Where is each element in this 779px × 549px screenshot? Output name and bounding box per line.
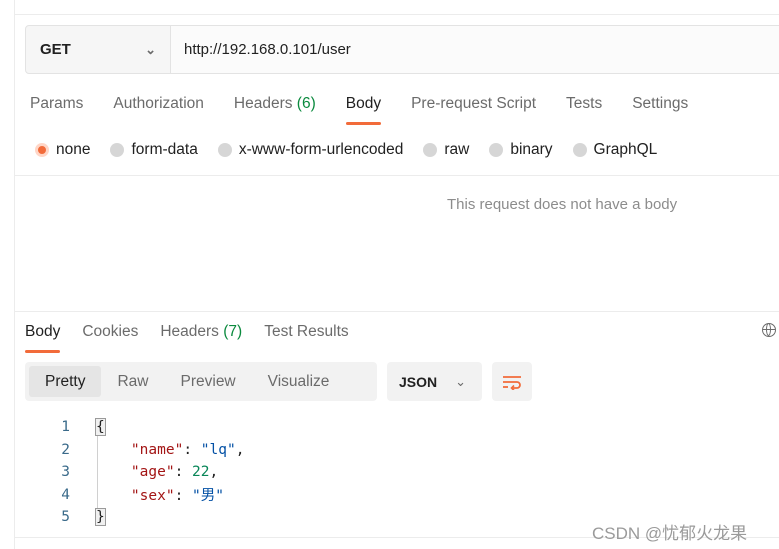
response-tab-test-results[interactable]: Test Results: [264, 323, 348, 353]
response-tab-headers[interactable]: Headers (7): [160, 323, 242, 353]
radio-label: none: [56, 141, 91, 158]
tab-label: Test Results: [264, 323, 349, 340]
radio-label: GraphQL: [593, 141, 658, 158]
tab-label: Settings: [632, 95, 689, 112]
response-code-editor[interactable]: 1 { 2 "name": "lq", 3 "age": 22, 4 "sex"…: [25, 416, 244, 529]
code-text: "name": "lq",: [130, 441, 245, 458]
request-tabs: Params Authorization Headers (6) Body Pr…: [30, 95, 718, 125]
radio-binary[interactable]: binary: [489, 141, 553, 159]
url-input[interactable]: http://192.168.0.101/user: [171, 26, 779, 73]
tab-label: Body: [345, 95, 382, 112]
format-label: JSON: [399, 373, 438, 390]
method-label: GET: [40, 41, 71, 58]
format-select[interactable]: JSON ⌄: [387, 362, 482, 401]
view-pretty-button[interactable]: Pretty: [29, 366, 102, 397]
code-line: 4 "sex": "男": [25, 484, 244, 507]
code-text: }: [70, 508, 106, 527]
radio-raw[interactable]: raw: [423, 141, 469, 159]
tab-label: Params: [30, 95, 84, 112]
radio-none[interactable]: none: [35, 141, 90, 159]
response-tabs: Body Cookies Headers (7) Test Results: [25, 323, 371, 353]
radio-label: binary: [510, 141, 553, 158]
body-type-options: none form-data x-www-form-urlencoded raw…: [35, 141, 677, 159]
empty-body-message: This request does not have a body: [447, 196, 678, 213]
code-line: 3 "age": 22,: [25, 461, 244, 484]
radio-x-www-form-urlencoded[interactable]: x-www-form-urlencoded: [217, 141, 404, 159]
tab-label: Cookies: [82, 323, 139, 340]
tab-label: Headers: [160, 323, 219, 340]
code-line: 1 {: [25, 416, 244, 439]
radio-icon: [217, 143, 232, 157]
watermark: CSDN @忧郁火龙果: [592, 524, 748, 543]
response-tab-cookies[interactable]: Cookies: [82, 323, 138, 353]
line-number: 1: [61, 419, 70, 436]
wrap-lines-button[interactable]: [492, 362, 532, 401]
radio-graphql[interactable]: GraphQL: [572, 141, 658, 159]
divider: [14, 175, 779, 176]
brace-open: {: [95, 418, 106, 437]
radio-icon: [572, 143, 587, 157]
view-preview-button[interactable]: Preview: [165, 366, 252, 397]
code-line: 5 }: [25, 506, 244, 529]
radio-label: form-data: [131, 141, 198, 158]
left-divider: [14, 0, 15, 549]
top-divider: [14, 14, 779, 15]
tab-authorization[interactable]: Authorization: [113, 95, 203, 125]
tab-label: Body: [25, 323, 61, 340]
tab-count: (7): [223, 323, 243, 340]
tab-headers[interactable]: Headers (6): [234, 95, 316, 125]
line-number: 3: [61, 464, 70, 481]
tab-count: (6): [296, 95, 316, 112]
radio-icon: [423, 143, 438, 157]
globe-icon[interactable]: [762, 323, 776, 337]
tab-label: Pre-request Script: [411, 95, 537, 112]
request-url-bar: GET ⌄ http://192.168.0.101/user: [25, 25, 779, 74]
tab-pre-request-script[interactable]: Pre-request Script: [411, 95, 536, 125]
radio-label: x-www-form-urlencoded: [238, 141, 404, 158]
radio-form-data[interactable]: form-data: [110, 141, 198, 159]
chevron-down-icon: ⌄: [145, 41, 156, 57]
radio-icon: [489, 143, 504, 157]
code-text: "sex": "男": [130, 488, 225, 505]
tab-label: Tests: [566, 95, 603, 112]
code-text: {: [70, 418, 106, 437]
line-number: 2: [61, 441, 70, 458]
tab-tests[interactable]: Tests: [566, 95, 602, 125]
code-line: 2 "name": "lq",: [25, 439, 244, 462]
radio-selected-icon: [35, 143, 49, 157]
tab-label: Headers: [233, 95, 293, 112]
tab-body[interactable]: Body: [345, 95, 382, 125]
code-text: "age": 22,: [130, 464, 219, 481]
tab-params[interactable]: Params: [30, 95, 83, 125]
wrap-lines-icon: [503, 375, 521, 390]
line-number: 5: [61, 509, 70, 526]
radio-icon: [110, 143, 125, 157]
response-tab-body[interactable]: Body: [25, 323, 61, 353]
response-divider: [14, 311, 779, 312]
url-text: http://192.168.0.101/user: [184, 41, 351, 58]
brace-close: }: [95, 508, 106, 527]
chevron-down-icon: ⌄: [455, 373, 466, 389]
line-number: 4: [61, 486, 70, 503]
tab-label: Authorization: [113, 95, 204, 112]
view-raw-button[interactable]: Raw: [101, 366, 164, 397]
method-select[interactable]: GET ⌄: [26, 26, 171, 73]
radio-label: raw: [444, 141, 470, 158]
view-visualize-button[interactable]: Visualize: [252, 366, 346, 397]
tab-settings[interactable]: Settings: [632, 95, 688, 125]
view-mode-group: Pretty Raw Preview Visualize: [25, 362, 377, 401]
